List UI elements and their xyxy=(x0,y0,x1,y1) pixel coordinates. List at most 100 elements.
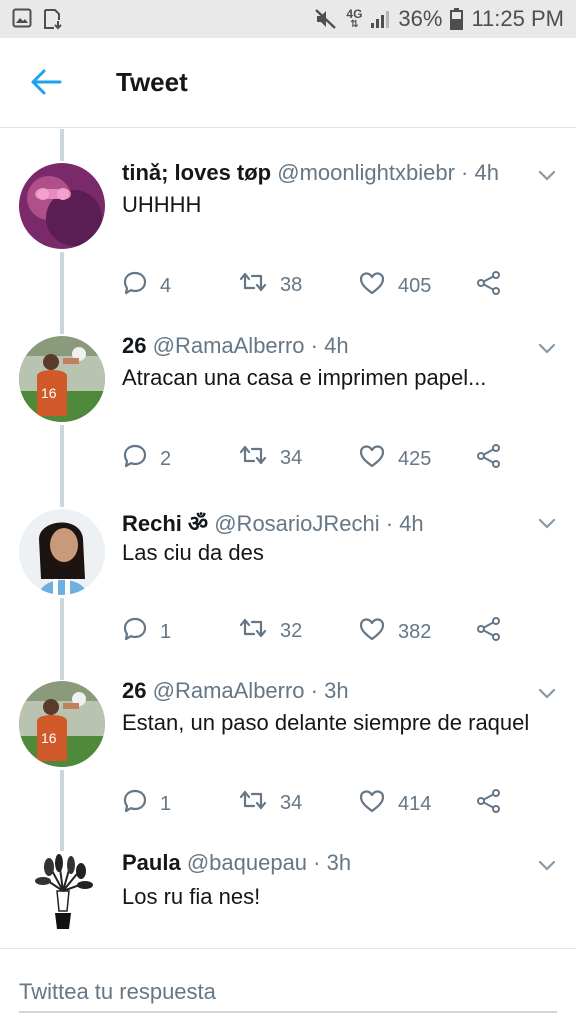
share-button[interactable] xyxy=(476,616,502,648)
avatar[interactable] xyxy=(19,509,105,595)
tweet[interactable]: 16 26 @RamaAlberro · 3h Estan, un paso d… xyxy=(0,678,576,828)
display-name[interactable]: tinǎ; loves tøp xyxy=(122,160,271,185)
display-name[interactable]: Paula xyxy=(122,850,181,875)
tweet[interactable]: tinǎ; loves tøp @moonlightxbiebr · 4h UH… xyxy=(0,160,576,310)
heart-icon xyxy=(358,270,386,302)
speech-bubble-icon xyxy=(122,443,148,475)
retweet-icon xyxy=(238,443,268,473)
separator: · xyxy=(313,850,321,875)
retweet-count: 34 xyxy=(280,791,303,814)
chevron-down-icon xyxy=(537,342,557,359)
like-button[interactable]: 414 xyxy=(358,788,431,820)
network-type-indicator: 4G ⇅ xyxy=(346,7,363,30)
tweet-options-button[interactable] xyxy=(537,341,557,360)
timestamp: 4h xyxy=(399,511,424,536)
like-count: 405 xyxy=(398,274,432,297)
username[interactable]: @RamaAlberro xyxy=(153,678,305,703)
tweet-header: tinǎ; loves tøp @moonlightxbiebr · 4h xyxy=(122,160,499,186)
clock: 11:25 PM xyxy=(471,6,564,31)
timestamp: 3h xyxy=(326,850,352,875)
share-icon xyxy=(476,270,502,302)
share-button[interactable] xyxy=(476,443,502,475)
like-button[interactable]: 425 xyxy=(358,443,431,475)
reply-button[interactable]: 1 xyxy=(122,616,171,648)
back-button[interactable] xyxy=(26,68,66,100)
status-bar: 4G ⇅ 36% 11:25 PM xyxy=(0,0,576,38)
reply-count: 2 xyxy=(160,447,172,470)
tweet[interactable]: 16 26 @RamaAlberro · 4h Atracan una casa… xyxy=(0,333,576,483)
mute-icon xyxy=(314,8,338,30)
svg-text:16: 16 xyxy=(41,730,57,746)
signal-icon xyxy=(370,9,390,29)
share-icon xyxy=(476,443,502,475)
reply-button[interactable]: 4 xyxy=(122,270,171,302)
like-button[interactable]: 382 xyxy=(358,616,431,648)
username[interactable]: @RosarioJRechi xyxy=(214,511,379,536)
reply-count: 1 xyxy=(160,620,172,643)
reply-count: 1 xyxy=(160,792,172,815)
chevron-down-icon xyxy=(537,687,557,704)
like-count: 382 xyxy=(398,620,432,643)
tweet[interactable]: Paula @baquepau · 3h Los ru fia nes! xyxy=(0,850,576,946)
reply-button[interactable]: 2 xyxy=(122,443,171,475)
svg-text:16: 16 xyxy=(41,385,57,401)
speech-bubble-icon xyxy=(122,270,148,302)
retweet-button[interactable]: 34 xyxy=(238,788,302,818)
separator: · xyxy=(385,511,394,536)
tweet[interactable]: Rechi ॐ @RosarioJRechi · 4h Las ciu da d… xyxy=(0,508,576,658)
username[interactable]: @baquepau xyxy=(187,850,307,875)
tweet-actions: 1 32 382 xyxy=(122,616,522,646)
tweet-actions: 4 38 405 xyxy=(122,270,522,300)
reply-composer xyxy=(0,948,576,1024)
retweet-button[interactable]: 34 xyxy=(238,443,302,473)
display-name[interactable]: Rechi ॐ xyxy=(122,511,208,536)
timestamp: 3h xyxy=(324,678,349,703)
tweet-options-button[interactable] xyxy=(537,516,557,535)
like-button[interactable]: 405 xyxy=(358,270,431,302)
display-name[interactable]: 26 xyxy=(122,678,146,703)
retweet-button[interactable]: 32 xyxy=(238,616,302,646)
avatar[interactable] xyxy=(19,163,105,249)
speech-bubble-icon xyxy=(122,788,148,820)
display-name[interactable]: 26 xyxy=(122,333,146,358)
chevron-down-icon xyxy=(537,169,557,186)
share-icon xyxy=(476,616,502,648)
top-app-bar: Tweet xyxy=(0,38,576,128)
tweet-options-button[interactable] xyxy=(537,168,557,187)
reply-button[interactable]: 1 xyxy=(122,788,171,820)
share-button[interactable] xyxy=(476,788,502,820)
reply-input[interactable] xyxy=(19,973,557,1013)
tweet-header: 26 @RamaAlberro · 4h xyxy=(122,333,349,359)
thread-connector-line xyxy=(60,129,64,161)
retweet-icon xyxy=(238,788,268,818)
share-button[interactable] xyxy=(476,270,502,302)
tweet-options-button[interactable] xyxy=(537,858,557,877)
retweet-count: 32 xyxy=(280,619,303,642)
separator: · xyxy=(310,678,318,703)
tweet-text: Atracan una casa e imprimen papel... xyxy=(122,365,487,390)
retweet-icon xyxy=(238,270,268,300)
share-icon xyxy=(476,788,502,820)
battery-percentage: 36% xyxy=(398,6,443,31)
username[interactable]: @RamaAlberro xyxy=(153,333,305,358)
tweet-header: Rechi ॐ @RosarioJRechi · 4h xyxy=(122,508,424,538)
like-count: 425 xyxy=(398,447,432,470)
separator: · xyxy=(310,333,318,358)
chevron-down-icon xyxy=(537,859,557,876)
arrow-left-icon xyxy=(30,68,62,101)
tweet-header: 26 @RamaAlberro · 3h xyxy=(122,678,349,704)
avatar[interactable]: 16 xyxy=(19,681,105,767)
timestamp: 4h xyxy=(474,160,499,185)
speech-bubble-icon xyxy=(122,616,148,648)
tweet-options-button[interactable] xyxy=(537,686,557,705)
avatar[interactable]: 16 xyxy=(19,336,105,422)
gallery-notification-icon xyxy=(12,8,32,35)
retweet-count: 34 xyxy=(280,446,303,469)
retweet-button[interactable]: 38 xyxy=(238,270,302,300)
avatar[interactable] xyxy=(19,851,105,937)
heart-icon xyxy=(358,443,386,475)
username[interactable]: @moonlightxbiebr xyxy=(277,160,455,185)
separator: · xyxy=(461,160,469,185)
timestamp: 4h xyxy=(324,333,349,358)
battery-icon xyxy=(450,8,464,30)
